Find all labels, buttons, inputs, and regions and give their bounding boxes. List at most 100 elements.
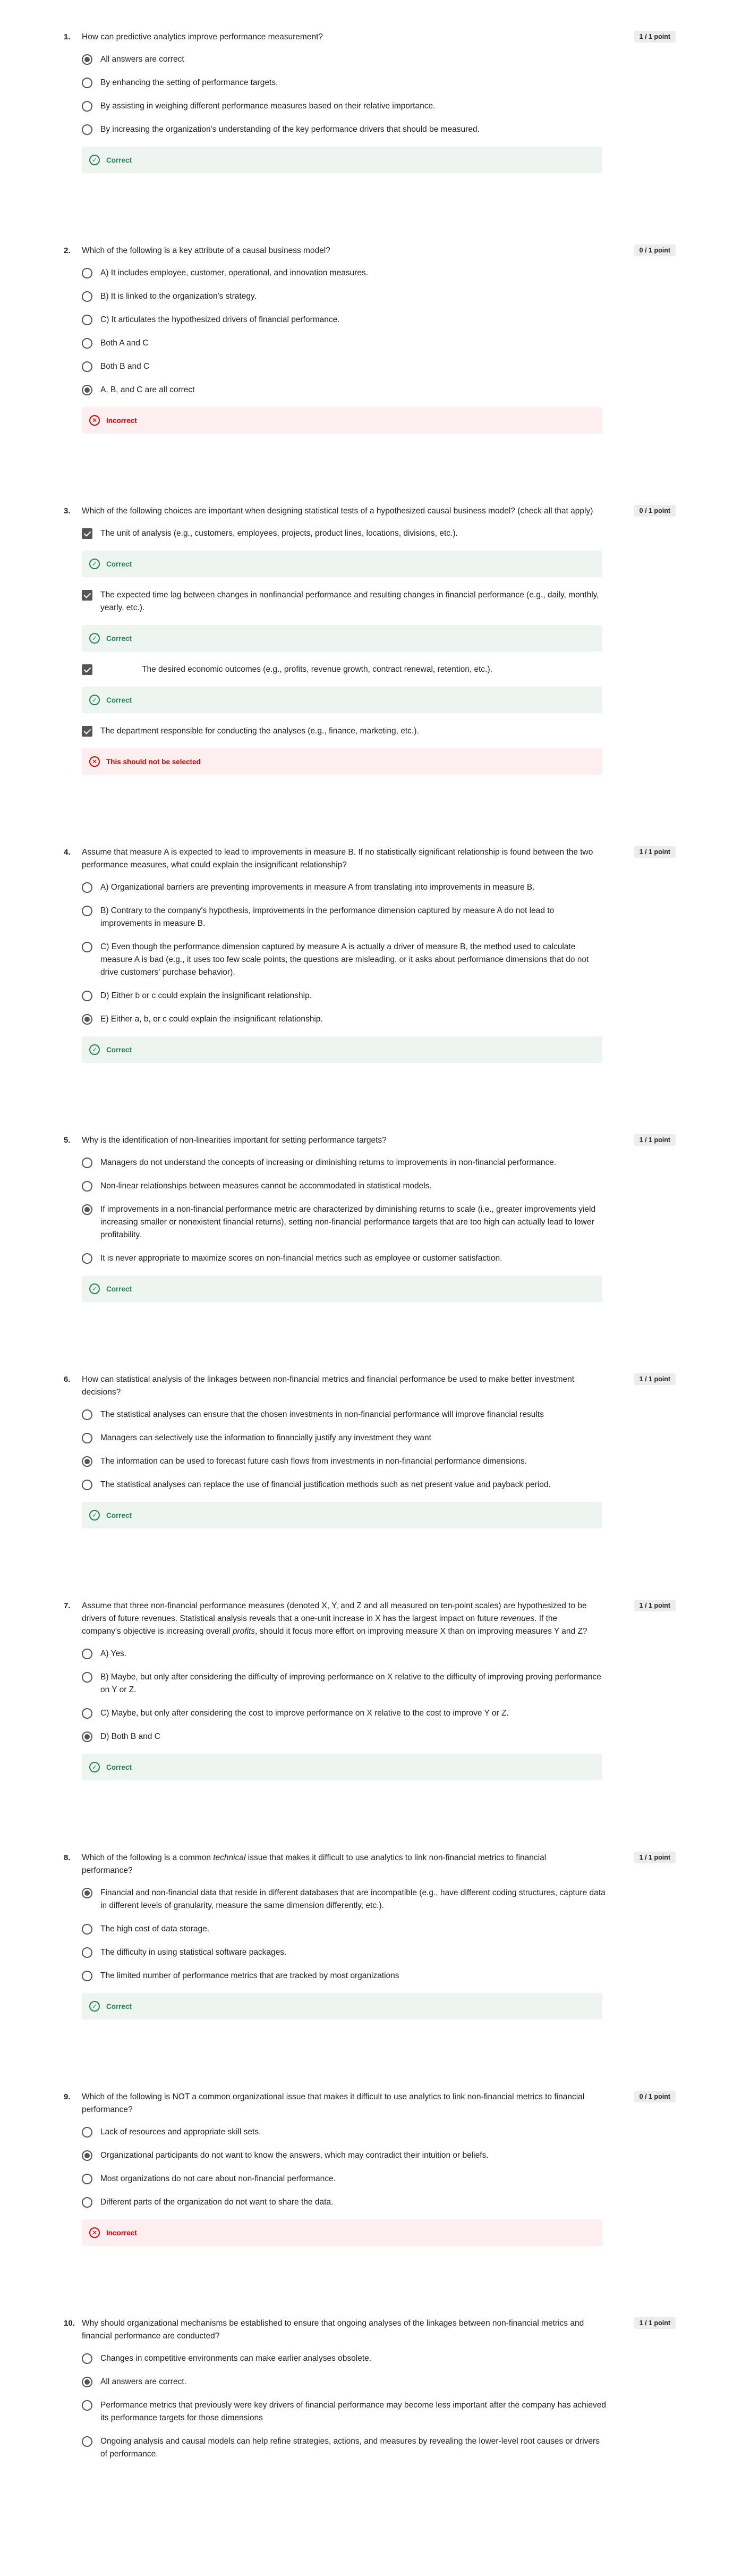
radio-button[interactable] [82,2400,92,2411]
radio-button[interactable] [82,1947,92,1958]
radio-option[interactable]: D) Either b or c could explain the insig… [82,990,608,1002]
radio-button[interactable] [82,101,92,112]
question-number: 10. [64,2319,75,2328]
radio-option[interactable]: A, B, and C are all correct [82,384,608,396]
radio-option[interactable]: Most organizations do not care about non… [82,2173,608,2185]
radio-option[interactable]: The limited number of performance metric… [82,1970,608,1982]
radio-option[interactable]: The high cost of data storage. [82,1923,608,1936]
radio-option[interactable]: A) Yes. [82,1648,608,1660]
radio-option[interactable]: D) Both B and C [82,1730,608,1743]
x-circle-icon: ✕ [89,756,100,767]
radio-option[interactable]: Both B and C [82,360,608,373]
radio-button[interactable] [82,315,92,325]
radio-option[interactable]: By increasing the organization's underst… [82,123,608,136]
radio-button[interactable] [82,942,92,952]
radio-button[interactable] [82,1158,92,1168]
radio-option[interactable]: A) It includes employee, customer, opera… [82,267,608,280]
feedback-incorrect: ✕ This should not be selected [82,748,602,775]
radio-option[interactable]: Performance metrics that previously were… [82,2399,608,2425]
radio-selected[interactable] [82,1014,92,1025]
radio-selected[interactable] [82,1888,92,1898]
quiz-container: 1. How can predictive analytics improve p… [0,0,733,2531]
radio-selected[interactable] [82,2150,92,2161]
radio-button[interactable] [82,124,92,135]
radio-option[interactable]: C) It articulates the hypothesized drive… [82,314,608,326]
radio-selected[interactable] [82,1456,92,1467]
checkbox-option[interactable]: The department responsible for conductin… [82,725,608,738]
radio-option[interactable]: The information can be used to forecast … [82,1455,608,1468]
checkbox-checked[interactable] [82,664,92,675]
radio-option[interactable]: The statistical analyses can ensure that… [82,1408,608,1421]
radio-button[interactable] [82,1649,92,1659]
radio-option[interactable]: All answers are correct [82,53,608,66]
radio-button[interactable] [82,906,92,916]
radio-option[interactable]: Lack of resources and appropriate skill … [82,2126,608,2139]
checkbox-checked[interactable] [82,726,92,737]
radio-option[interactable]: Changes in competitive environments can … [82,2352,608,2365]
radio-button[interactable] [82,2127,92,2138]
radio-option[interactable]: If improvements in a non-financial perfo… [82,1203,608,1241]
question-header: 4. Assume that measure A is expected to l… [64,846,680,872]
radio-option[interactable]: Financial and non-financial data that re… [82,1887,608,1912]
points-badge: 1 / 1 point [634,1852,676,1863]
radio-button[interactable] [82,2353,92,2364]
radio-option[interactable]: Ongoing analysis and causal models can h… [82,2435,608,2461]
radio-selected[interactable] [82,385,92,395]
radio-option[interactable]: Managers can selectively use the informa… [82,1432,608,1445]
checkbox-option[interactable]: The desired economic outcomes (e.g., pro… [82,663,608,676]
radio-button[interactable] [82,2436,92,2447]
radio-button[interactable] [82,882,92,893]
question-1: 1. How can predictive analytics improve p… [64,31,680,244]
radio-option[interactable]: C) Even though the performance dimension… [82,941,608,979]
radio-option[interactable]: C) Maybe, but only after considering the… [82,1707,608,1720]
radio-selected[interactable] [82,54,92,65]
radio-button[interactable] [82,2174,92,2184]
radio-option[interactable]: B) Maybe, but only after considering the… [82,1671,608,1696]
option-label: If improvements in a non-financial perfo… [100,1205,596,1239]
option-label: B) It is linked to the organization's st… [100,292,257,301]
radio-option[interactable]: Managers do not understand the concepts … [82,1156,608,1169]
radio-option[interactable]: E) Either a, b, or c could explain the i… [82,1013,608,1026]
checkbox-option[interactable]: The unit of analysis (e.g., customers, e… [82,527,608,540]
radio-selected[interactable] [82,1732,92,1742]
checkbox-checked[interactable] [82,590,92,601]
radio-option[interactable]: The statistical analyses can replace the… [82,1479,608,1491]
radio-option[interactable]: Different parts of the organization do n… [82,2196,608,2209]
radio-option[interactable]: All answers are correct. [82,2376,608,2388]
radio-button[interactable] [82,1181,92,1192]
feedback-text: Incorrect [106,416,137,425]
radio-option[interactable]: Non-linear relationships between measure… [82,1180,608,1193]
radio-option[interactable]: By enhancing the setting of performance … [82,77,608,89]
radio-option[interactable]: B) It is linked to the organization's st… [82,290,608,303]
radio-button[interactable] [82,1409,92,1420]
radio-button[interactable] [82,1971,92,1981]
radio-option[interactable]: Both A and C [82,337,608,350]
radio-button[interactable] [82,1480,92,1490]
option-label: C) Maybe, but only after considering the… [100,1709,509,1718]
feedback-incorrect: ✕ Incorrect [82,407,602,434]
radio-button[interactable] [82,1924,92,1935]
radio-button[interactable] [82,78,92,88]
radio-button[interactable] [82,2197,92,2208]
option-label: Changes in competitive environments can … [100,2354,372,2363]
options-list: Changes in competitive environments can … [82,2352,608,2461]
radio-button[interactable] [82,1253,92,1264]
radio-button[interactable] [82,291,92,302]
radio-button[interactable] [82,991,92,1001]
radio-button[interactable] [82,268,92,278]
radio-button[interactable] [82,1708,92,1719]
radio-option[interactable]: The difficulty in using statistical soft… [82,1946,608,1959]
radio-option[interactable]: B) Contrary to the company's hypothesis,… [82,905,608,930]
radio-selected[interactable] [82,2377,92,2387]
radio-button[interactable] [82,1433,92,1443]
radio-option[interactable]: A) Organizational barriers are preventin… [82,881,608,894]
radio-option[interactable]: By assisting in weighing different perfo… [82,100,608,113]
checkbox-option[interactable]: The expected time lag between changes in… [82,589,608,614]
radio-button[interactable] [82,338,92,349]
radio-button[interactable] [82,361,92,372]
radio-option[interactable]: It is never appropriate to maximize scor… [82,1252,608,1265]
checkbox-checked[interactable] [82,528,92,539]
radio-button[interactable] [82,1672,92,1683]
radio-option[interactable]: Organizational participants do not want … [82,2149,608,2162]
radio-selected[interactable] [82,1204,92,1215]
